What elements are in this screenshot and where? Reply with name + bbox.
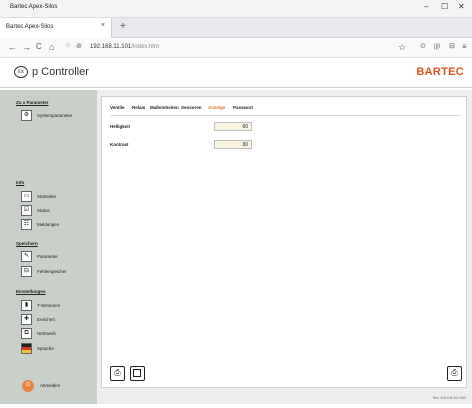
content-panel: Ventile Relais Maßeinheiten Sensoren Anz… — [101, 96, 467, 388]
maximize-button[interactable]: ☐ — [441, 2, 448, 11]
logout-label: Abmelden — [40, 383, 61, 388]
tab-close-icon[interactable]: × — [101, 22, 105, 29]
sidebar-item-label: Status — [37, 208, 50, 213]
tab-label: Bartec Apex-Silos — [6, 24, 54, 30]
sidebar-item-ereichert[interactable]: ✚ Ereichert — [21, 314, 93, 326]
sidebar-item-systemparameter[interactable]: ⚙ Systemparameter — [21, 110, 93, 122]
browser-tab-bar: Bartec Apex-Silos × + — [0, 18, 472, 38]
home-icon: ▭ — [21, 191, 32, 202]
sidebar-item-label: Sprache — [37, 346, 54, 351]
shield-icon: ○ — [66, 42, 71, 49]
helligkeit-label: Helligkeit — [110, 124, 131, 129]
sidebar-item-status[interactable]: ☑ Status — [21, 205, 93, 217]
settings-icon: ⚙ — [21, 110, 32, 121]
url-host: 192.168.11.101 — [90, 44, 132, 50]
language-flag-icon — [21, 343, 32, 354]
kontrast-label: Kontrast — [110, 142, 129, 147]
revision-text: Rev 415 A.B.001.000 — [432, 396, 466, 400]
sidebar-item-label: Systemparameter — [37, 113, 73, 118]
sidebar-heading-einstellungen: Einstellungen — [16, 289, 46, 294]
page-title: p Controller — [32, 66, 89, 78]
messages-icon: ☷ — [21, 219, 32, 230]
save-action-button-right[interactable]: ⎙ — [447, 366, 462, 381]
home-icon[interactable]: ⌂ — [49, 42, 54, 52]
sidebar-item-label: Fehlerspeicher — [37, 269, 67, 274]
new-tab-button[interactable]: + — [120, 21, 126, 32]
close-window-button[interactable]: ✕ — [458, 2, 465, 11]
status-icon: ☑ — [21, 205, 32, 216]
tab-anzeige[interactable]: Anzeige — [208, 105, 225, 110]
ex-logo-icon: εx — [14, 66, 28, 78]
tab-relais[interactable]: Relais — [132, 105, 145, 110]
sidebar-item-label: Netzwerk — [37, 331, 56, 336]
forward-icon[interactable]: → — [22, 42, 31, 52]
sensor-icon: ▮ — [21, 300, 32, 311]
reload-icon[interactable]: C — [36, 42, 42, 52]
sidebar-item-fehlerspeicher[interactable]: ⊟ Fehlerspeicher — [21, 266, 93, 278]
sidebar: Zu x Parameter ⚙ Systemparameter Info ▭ … — [0, 90, 97, 404]
address-bar[interactable]: ○ ⊘ 192.168.11.101/index.htm — [64, 41, 394, 55]
tab-ventile[interactable]: Ventile — [110, 105, 125, 110]
browser-nav-bar: ← → C ⌂ ○ ⊘ 192.168.11.101/index.htm ☆ ⊙… — [0, 38, 472, 58]
power-icon: ⏻ — [22, 380, 34, 392]
brand-logo: BARTEC — [416, 66, 464, 78]
sidebar-item-label: Ereichert — [37, 317, 56, 322]
sidebar-item-netzwerk[interactable]: ⧉ Netzwerk — [21, 328, 93, 340]
bookmark-star-icon[interactable]: ☆ — [398, 42, 406, 52]
sidebar-item-sprache[interactable]: Sprache — [21, 343, 93, 355]
field-row-helligkeit: Helligkeit 60 — [110, 122, 270, 132]
sidebar-heading-info: Info — [16, 180, 25, 185]
lock-icon: ⊘ — [76, 43, 82, 50]
sidebar-item-label: Meldungen — [37, 222, 60, 227]
tab-divider — [110, 115, 460, 116]
sidebar-heading-parameters[interactable]: Zu x Parameter — [16, 100, 49, 105]
browser-title-bar: Bartec Apex-Silos – ☐ ✕ — [0, 0, 472, 18]
sidebar-item-t-sensoren[interactable]: ▮ T-Sensoren — [21, 300, 93, 312]
url-text: 192.168.11.101/index.htm — [90, 44, 159, 50]
sidebar-item-parameter[interactable]: ✎ Parameter — [21, 251, 93, 263]
error-memory-icon: ⊟ — [21, 266, 32, 277]
minimize-button[interactable]: – — [424, 2, 428, 11]
pocket-icon[interactable]: ⊙ — [420, 42, 426, 52]
sidebar-item-startseite[interactable]: ▭ Startseite — [21, 191, 93, 203]
tab-masseinheiten[interactable]: Maßeinheiten — [150, 105, 179, 110]
sidebar-item-label: T-Sensoren — [37, 303, 61, 308]
window-button[interactable] — [130, 366, 145, 381]
field-row-kontrast: Kontrast 30 — [110, 140, 270, 150]
plus-icon: ✚ — [21, 314, 32, 325]
parameter-icon: ✎ — [21, 251, 32, 262]
sidebar-toggle-icon[interactable]: ⊟ — [449, 42, 455, 52]
logout-button[interactable]: ⏻ Abmelden — [22, 380, 94, 392]
kontrast-input[interactable]: 30 — [214, 140, 252, 149]
back-icon[interactable]: ← — [8, 42, 17, 52]
url-path: /index.htm — [131, 44, 159, 50]
app-header: εx p Controller BARTEC — [0, 58, 472, 88]
sidebar-heading-speichern: Speichern — [16, 241, 38, 246]
tab-sensoren[interactable]: Sensoren — [181, 105, 202, 110]
window-title: Bartec Apex-Silos — [10, 4, 58, 10]
helligkeit-input[interactable]: 60 — [214, 122, 252, 131]
save-action-button[interactable]: ⎙ — [110, 366, 125, 381]
sidebar-item-label: Parameter — [37, 254, 59, 259]
network-icon: ⧉ — [21, 328, 32, 339]
browser-tab[interactable]: Bartec Apex-Silos × — [0, 18, 112, 38]
library-icon[interactable]: |||\ — [434, 42, 440, 52]
window-icon — [133, 369, 141, 377]
sidebar-item-meldungen[interactable]: ☷ Meldungen — [21, 219, 93, 231]
tab-passwort[interactable]: Passwort — [233, 105, 253, 110]
sidebar-item-label: Startseite — [37, 194, 57, 199]
menu-icon[interactable]: ≡ — [462, 42, 467, 52]
